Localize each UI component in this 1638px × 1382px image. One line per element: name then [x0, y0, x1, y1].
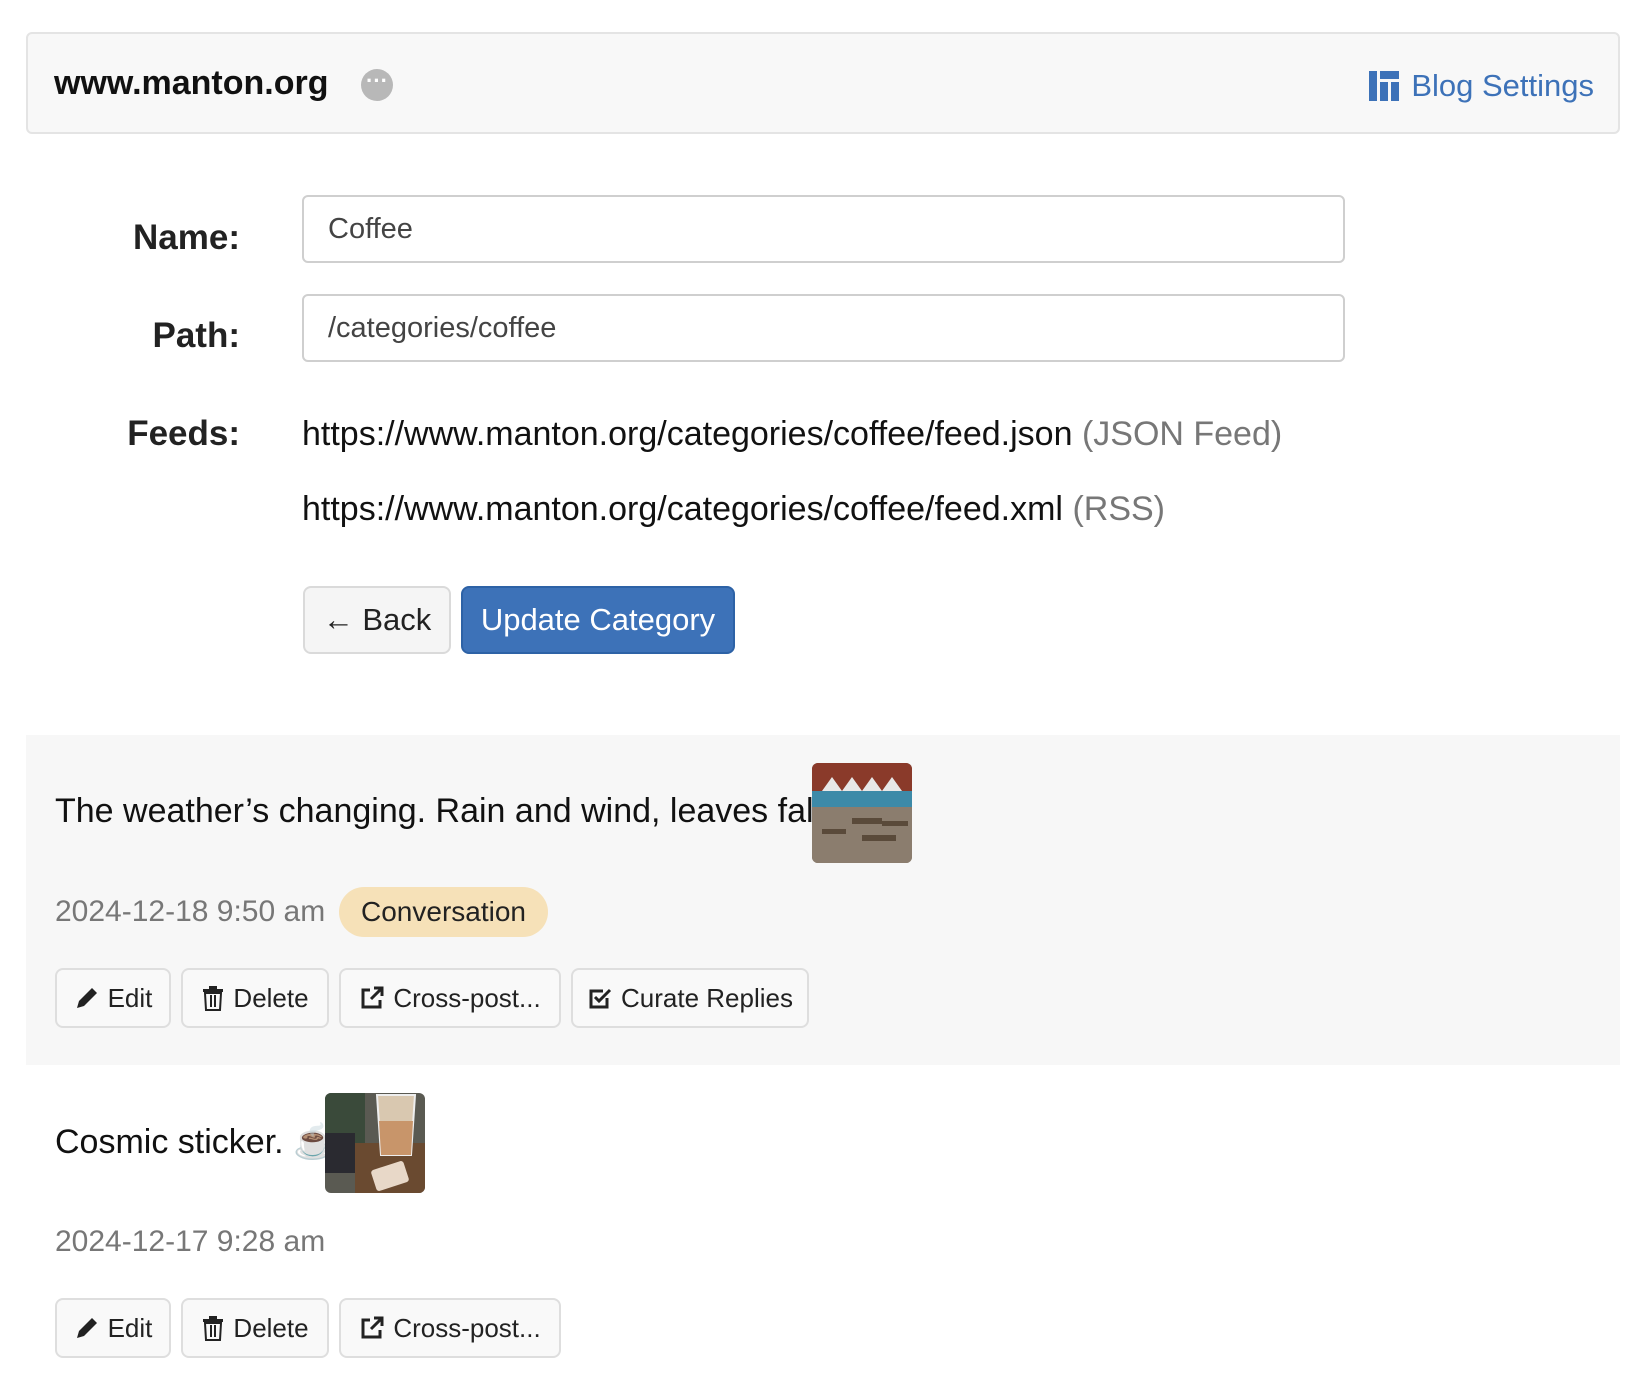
delete-label: Delete	[233, 982, 309, 1013]
back-button[interactable]: ← Back	[303, 586, 451, 654]
feed-rss: https://www.manton.org/categories/coffee…	[302, 490, 1165, 529]
crosspost-button[interactable]: Cross-post...	[339, 1298, 561, 1358]
trash-icon	[203, 986, 224, 1011]
curate-replies-label: Curate Replies	[621, 982, 793, 1013]
feed-kind: (JSON Feed)	[1081, 415, 1283, 453]
feed-url[interactable]: https://www.manton.org/categories/coffee…	[302, 415, 1072, 453]
trash-icon	[203, 1316, 224, 1341]
feed-json: https://www.manton.org/categories/coffee…	[302, 415, 1282, 454]
share-icon	[361, 1316, 384, 1339]
site-title: www.manton.org	[54, 64, 329, 102]
outdoor-patio-photo-icon	[812, 763, 912, 863]
edit-button[interactable]: Edit	[55, 968, 171, 1028]
blog-settings-link[interactable]: Blog Settings	[1369, 68, 1594, 104]
checkbox-icon	[589, 988, 612, 1009]
edit-button[interactable]: Edit	[55, 1298, 171, 1358]
edit-label: Edit	[107, 1312, 153, 1343]
name-input[interactable]	[302, 195, 1345, 263]
delete-label: Delete	[233, 1312, 309, 1343]
post-date[interactable]: 2024-12-17 9:28 am	[55, 1225, 325, 1259]
pencil-icon	[76, 988, 97, 1008]
share-icon	[361, 986, 384, 1009]
dashboard-icon	[1369, 71, 1400, 101]
delete-button[interactable]: Delete	[181, 1298, 329, 1358]
post-text[interactable]: The weather’s changing. Rain and wind, l…	[55, 792, 849, 831]
delete-button[interactable]: Delete	[181, 968, 329, 1028]
curate-replies-button[interactable]: Curate Replies	[571, 968, 809, 1028]
name-label: Name:	[133, 218, 240, 257]
post-thumbnail[interactable]	[812, 763, 912, 863]
edit-label: Edit	[107, 982, 153, 1013]
crosspost-label: Cross-post...	[393, 982, 541, 1013]
pencil-icon	[76, 1318, 97, 1338]
post-text[interactable]: Cosmic sticker. ☕️	[55, 1122, 335, 1162]
update-category-button[interactable]: Update Category	[461, 586, 735, 654]
more-options-icon[interactable]: ···	[361, 69, 393, 101]
blog-header: www.manton.org ··· Blog Settings	[26, 32, 1620, 134]
crosspost-label: Cross-post...	[393, 1312, 541, 1343]
blog-settings-label: Blog Settings	[1411, 68, 1594, 103]
post-date[interactable]: 2024-12-18 9:50 am	[55, 895, 325, 929]
path-input[interactable]	[302, 294, 1345, 362]
conversation-badge[interactable]: Conversation	[339, 887, 548, 937]
crosspost-button[interactable]: Cross-post...	[339, 968, 561, 1028]
path-label: Path:	[152, 316, 241, 355]
feed-url[interactable]: https://www.manton.org/categories/coffee…	[302, 490, 1063, 528]
post-thumbnail[interactable]	[325, 1093, 425, 1193]
feeds-label: Feeds:	[127, 414, 240, 453]
feed-kind: (RSS)	[1072, 490, 1165, 528]
iced-coffee-photo-icon	[325, 1093, 425, 1193]
